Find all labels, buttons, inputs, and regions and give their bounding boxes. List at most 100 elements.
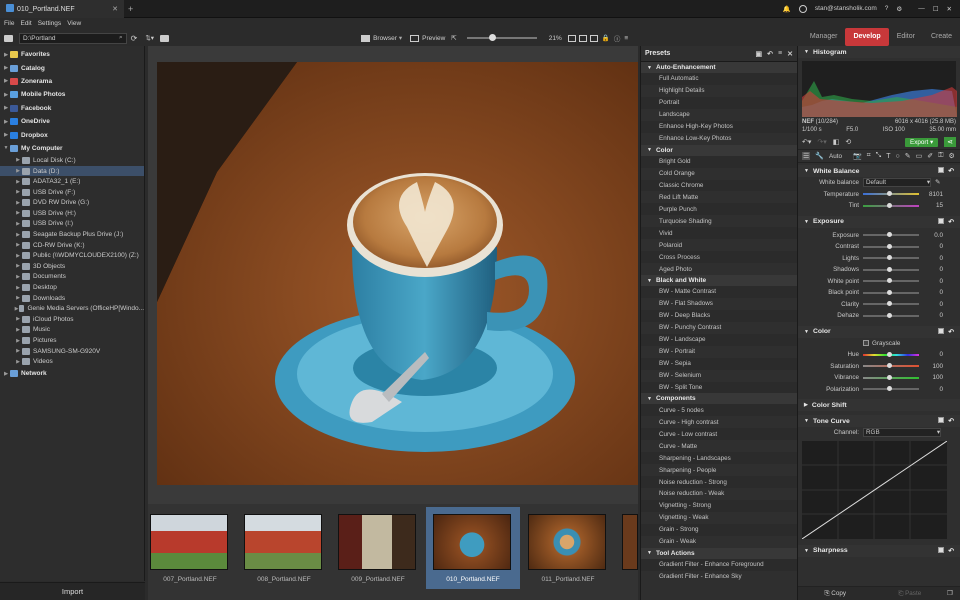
preset-item[interactable]: Noise reduction - Strong [641,476,797,488]
slider-knob[interactable] [887,243,892,249]
tree-item[interactable]: ▶ Zonerama [0,75,144,88]
export-button[interactable]: Export ▾ [905,137,939,147]
preset-item[interactable]: Curve - High contrast [641,416,797,428]
tree-item[interactable]: ▶ Public (\\WDMYCLOUDEX2100) (Z:) [0,250,144,261]
expand-icon[interactable]: ▶ [14,295,22,301]
expand-icon[interactable]: ▶ [14,210,22,216]
document-tab[interactable]: 010_Portland.NEF ✕ [0,0,124,18]
auto-icon[interactable]: 🔧 [815,152,824,160]
tab-manager[interactable]: Manager [802,28,846,46]
preset-item[interactable]: Cold Orange [641,168,797,180]
browser-button[interactable]: Browser [373,35,397,42]
close-presets-icon[interactable]: ✕ [787,50,793,58]
tone-curve-graph[interactable] [801,440,948,539]
slider-value[interactable]: 0 [919,386,943,393]
slider-value[interactable]: 0 [919,278,943,285]
expand-icon[interactable]: ▶ [14,179,22,185]
preset-item[interactable]: BW - Selenium [641,370,797,382]
white-balance-header[interactable]: ▼ White Balance ↶ [798,165,960,177]
import-button[interactable]: Import [0,582,145,600]
tree-item[interactable]: ▶ Dropbox [0,128,144,141]
expand-icon[interactable]: ▶ [2,371,10,377]
expand-icon[interactable]: ▶ [2,52,10,58]
close-tab-icon[interactable]: ✕ [112,5,118,13]
thumbnail-007[interactable] [150,514,228,570]
menu-edit[interactable]: Edit [20,20,31,27]
preset-item[interactable]: BW - Sepia [641,357,797,370]
external-window-icon[interactable]: ⇱ [451,34,456,42]
reset-icon[interactable]: ↶ [948,547,954,555]
white-balance-select[interactable]: Default ▾ [863,178,931,188]
slider-knob[interactable] [887,266,892,272]
tree-item[interactable]: ▶ Catalog [0,61,144,74]
expand-icon[interactable]: ▶ [2,132,10,138]
slider-value[interactable]: 100 [919,374,943,381]
preset-item[interactable]: BW - Flat Shadows [641,298,797,310]
preset-item[interactable]: Red Lift Matte [641,191,797,203]
exposure-header[interactable]: ▼ Exposure ↶ [798,215,960,228]
slider-track[interactable] [863,232,919,238]
expand-icon[interactable]: ▶ [14,348,22,354]
preset-item[interactable]: Aged Photo [641,263,797,275]
expand-icon[interactable]: ▶ [14,316,22,322]
expand-icon[interactable]: ▶ [2,78,10,84]
minimize-icon[interactable]: — [918,5,925,12]
exposure-checkbox[interactable] [938,217,945,224]
reset-icon[interactable]: ↶ [948,218,954,226]
tree-item[interactable]: ▶ USB Drive (F:) [0,187,144,198]
text-icon[interactable]: T [886,153,890,160]
preset-group-header[interactable]: ▼ Components [641,393,797,405]
tree-item[interactable]: ▶ USB Drive (H:) [0,208,144,219]
preset-item[interactable]: Grain - Weak [641,536,797,548]
menu-icon[interactable]: ≡ [624,35,628,42]
slider-knob[interactable] [887,312,892,318]
expand-icon[interactable]: ▶ [14,338,22,344]
redo-button-icon[interactable]: ↷▾ [817,138,826,146]
gradient-icon[interactable]: ▭ [916,152,923,160]
tone-curve-header[interactable]: ▼ Tone Curve ↶ [798,415,960,427]
save-preset-icon[interactable]: ▣ [756,50,763,58]
color-checkbox[interactable] [938,327,945,334]
tree-item[interactable]: ▶ CD-RW Drive (K:) [0,240,144,251]
undo-icon[interactable]: ↶ [767,50,773,58]
search-icon[interactable]: ⌕ [119,34,123,42]
slider-knob[interactable] [887,232,892,238]
slider-track[interactable] [863,255,919,261]
expand-icon[interactable]: ▶ [14,253,22,259]
slider-track[interactable] [863,374,919,380]
before-after-icon[interactable]: ◧ [833,138,840,146]
undo-button-icon[interactable]: ↶▾ [802,138,811,146]
path-input[interactable]: D:\Portland [19,32,127,44]
menu-settings[interactable]: Settings [38,20,62,27]
tree-item[interactable]: ▶ Data (D:) [0,165,144,177]
slider-knob[interactable] [887,278,892,284]
tree-item[interactable]: ▶ Local Disk (C:) [0,155,144,166]
preset-item[interactable]: Curve - Matte [641,440,797,452]
slider-track[interactable] [863,351,919,357]
expand-icon[interactable]: ▶ [14,157,22,163]
expand-icon[interactable]: ▶ [14,359,22,365]
preset-item[interactable]: Curve - 5 nodes [641,404,797,417]
tree-item[interactable]: ▶ SAMSUNG-SM-G920V [0,346,144,357]
slider-knob[interactable] [887,191,892,197]
expand-icon[interactable]: ▶ [14,263,22,269]
slider-value[interactable]: 0 [919,255,943,262]
crop-icon[interactable]: ⌗ [867,152,871,160]
expand-icon[interactable]: ▶ [14,274,22,280]
settings-icon[interactable]: ⚙ [896,5,902,13]
preset-item[interactable]: Bright Gold [641,155,797,168]
expand-icon[interactable]: ▶ [14,232,22,238]
slider-knob[interactable] [887,255,892,261]
slider-track[interactable] [863,312,919,318]
expand-icon[interactable]: ▶ [14,221,22,227]
preset-group-header[interactable]: ▼ Color [641,144,797,156]
paste-button[interactable]: ⎗ Paste [873,590,948,598]
new-tab-icon[interactable]: + [128,4,133,14]
tree-item[interactable]: ▶ Music [0,325,144,336]
slider-value[interactable]: 0 [919,243,943,250]
slider-value[interactable]: 0 [919,289,943,296]
preset-item[interactable]: Vignetting - Strong [641,499,797,512]
presets-menu-icon[interactable]: ≡ [778,50,782,58]
slider-knob[interactable] [887,289,892,295]
preset-group-header[interactable]: ▼ Black and White [641,275,797,286]
